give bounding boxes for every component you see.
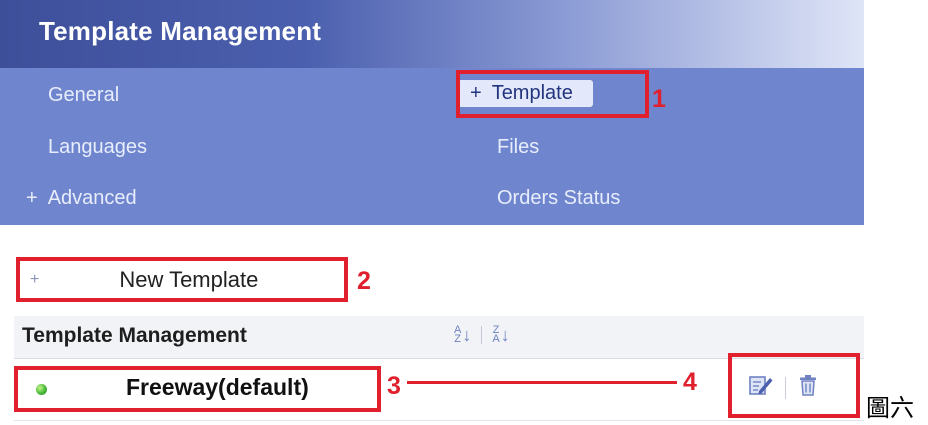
nav-item-label: Orders Status (497, 187, 621, 209)
page-title: Template Management (39, 16, 322, 46)
nav-item-label: Advanced (47, 187, 137, 209)
nav-item-orders-status[interactable]: Orders Status (497, 187, 620, 210)
page-header: Template Management (0, 0, 864, 68)
nav-item-label: General (48, 84, 120, 106)
annotation-box-2 (16, 257, 348, 302)
figure-caption: 圖六 (866, 394, 914, 422)
annotation-connector (407, 381, 677, 384)
annotation-marker-4: 4 (683, 368, 697, 396)
annotation-marker-2: 2 (357, 267, 371, 295)
nav-item-label: Languages (48, 136, 147, 158)
nav-item-languages[interactable]: Languages (48, 136, 147, 159)
expand-plus-icon: + (26, 187, 38, 209)
annotation-marker-1: 1 (652, 85, 666, 113)
sort-controls: A Z ↓ Z A ↓ (454, 325, 510, 345)
sort-descending-icon[interactable]: Z A ↓ (492, 325, 509, 345)
nav-item-label: Files (497, 136, 540, 158)
annotation-box-1 (456, 70, 649, 118)
list-header-label: Template Management (22, 324, 247, 347)
annotation-box-3 (14, 366, 381, 412)
annotation-marker-3: 3 (387, 372, 401, 400)
nav-menu: General + Template Languages Files + Advan… (0, 68, 864, 225)
nav-item-general[interactable]: General (48, 84, 119, 107)
annotation-box-4 (728, 353, 860, 418)
nav-item-files[interactable]: Files (497, 136, 539, 159)
sort-ascending-icon[interactable]: A Z ↓ (454, 325, 471, 345)
separator (481, 326, 483, 344)
nav-item-advanced[interactable]: + Advanced (26, 187, 137, 210)
